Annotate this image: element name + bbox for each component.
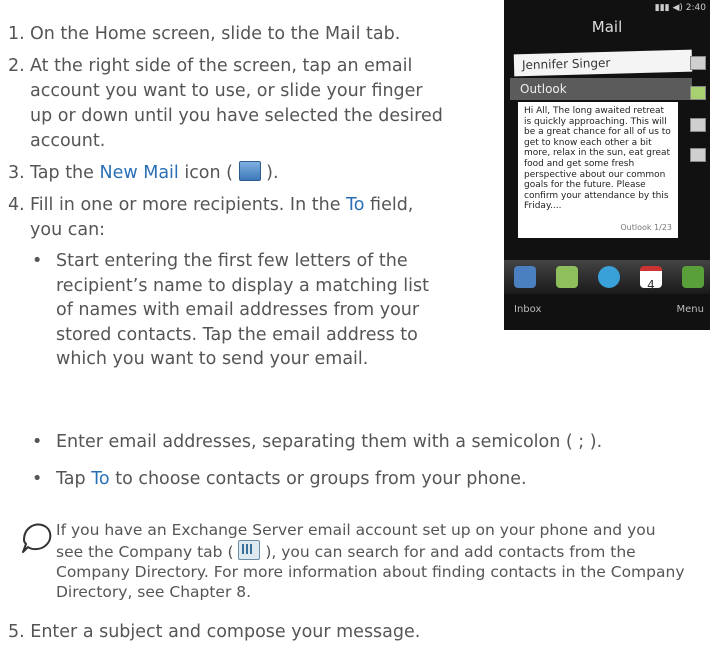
to-term: To xyxy=(346,195,365,215)
mail-preview-text: Hi All, The long awaited retreat is quic… xyxy=(524,106,671,212)
mail-card-contact[interactable]: Jennifer Singer xyxy=(513,49,693,77)
step-5: 5. Enter a subject and compose your mess… xyxy=(8,622,708,642)
phone-screenshot: ▮▮▮ ◀) 2:40 Mail Jennifer Singer Outlook… xyxy=(504,0,710,330)
step-text-pre: Tap the xyxy=(30,163,100,183)
calendar-tab-icon[interactable]: 4 xyxy=(640,266,662,292)
step-number: 4. xyxy=(8,195,25,215)
people-tab-icon[interactable] xyxy=(514,266,536,288)
step-1: 1. On the Home screen, slide to the Mail… xyxy=(8,22,448,47)
soft-key-bar: Inbox Menu xyxy=(504,298,710,322)
bullet-dot: • xyxy=(32,251,43,271)
internet-tab-icon[interactable] xyxy=(598,266,620,288)
bullet-text-pre: Tap xyxy=(56,469,92,489)
mail-card-account[interactable]: Outlook xyxy=(510,78,692,100)
bullet-text-post: to choose contacts or groups from your p… xyxy=(109,469,527,489)
note-text: If you have an Exchange Server email acc… xyxy=(56,520,686,602)
inbox-softkey[interactable]: Inbox xyxy=(514,304,541,315)
step-text-mid: icon ( xyxy=(178,163,239,183)
step-text: Enter a subject and compose your message… xyxy=(30,622,421,642)
mail-tab-icon[interactable] xyxy=(556,266,578,288)
step-text: At the right side of the screen, tap an … xyxy=(30,56,443,151)
bullet-dot: • xyxy=(32,432,43,452)
step-text-pre: Fill in one or more recipients. In the xyxy=(30,195,347,215)
step-text-post: ). xyxy=(260,163,279,183)
account-icon[interactable] xyxy=(690,86,706,100)
to-term: To xyxy=(91,469,110,489)
bullet-to: • Tap To to choose contacts or groups fr… xyxy=(8,467,708,492)
company-tab-icon xyxy=(238,540,261,560)
bullet-semicolon: • Enter email addresses, separating them… xyxy=(8,430,708,455)
new-mail-term: New Mail xyxy=(99,163,179,183)
instruction-steps: 1. On the Home screen, slide to the Mail… xyxy=(8,22,448,379)
step-4: 4. Fill in one or more recipients. In th… xyxy=(8,193,448,372)
status-bar: ▮▮▮ ◀) 2:40 xyxy=(504,0,710,16)
account-icon[interactable] xyxy=(690,118,706,132)
step-3: 3. Tap the New Mail icon ( ). xyxy=(8,161,448,186)
bullet-dot: • xyxy=(32,469,43,489)
step-number: 1. xyxy=(8,24,25,44)
mail-preview-card[interactable]: Hi All, The long awaited retreat is quic… xyxy=(518,102,678,238)
tab-dock: 4 xyxy=(504,260,710,294)
step-number: 5. xyxy=(8,622,25,642)
account-icon[interactable] xyxy=(690,148,706,162)
step-2: 2. At the right side of the screen, tap … xyxy=(8,54,448,154)
bullet-item: • Enter email addresses, separating them… xyxy=(8,430,708,455)
note-icon xyxy=(22,523,52,553)
signal-icon: ▮▮▮ ◀) xyxy=(654,3,683,13)
step-number: 3. xyxy=(8,163,25,183)
step-number: 2. xyxy=(8,56,25,76)
mail-preview-footer: Outlook 1/23 xyxy=(620,223,672,233)
new-mail-icon xyxy=(238,161,261,181)
bullet-item: • Start entering the first few letters o… xyxy=(8,249,448,372)
bullet-text: Enter email addresses, separating them w… xyxy=(56,432,603,452)
step-text: On the Home screen, slide to the Mail ta… xyxy=(30,24,401,44)
account-icon[interactable] xyxy=(690,56,706,70)
step-4-bullets: • Start entering the first few letters o… xyxy=(30,249,448,372)
bullet-item: • Tap To to choose contacts or groups fr… xyxy=(8,467,708,492)
mail-title: Mail xyxy=(591,18,623,36)
menu-softkey[interactable]: Menu xyxy=(677,304,704,315)
bullet-text: Start entering the first few letters of … xyxy=(56,251,429,369)
clock: 2:40 xyxy=(685,3,706,13)
stocks-tab-icon[interactable] xyxy=(682,266,704,288)
